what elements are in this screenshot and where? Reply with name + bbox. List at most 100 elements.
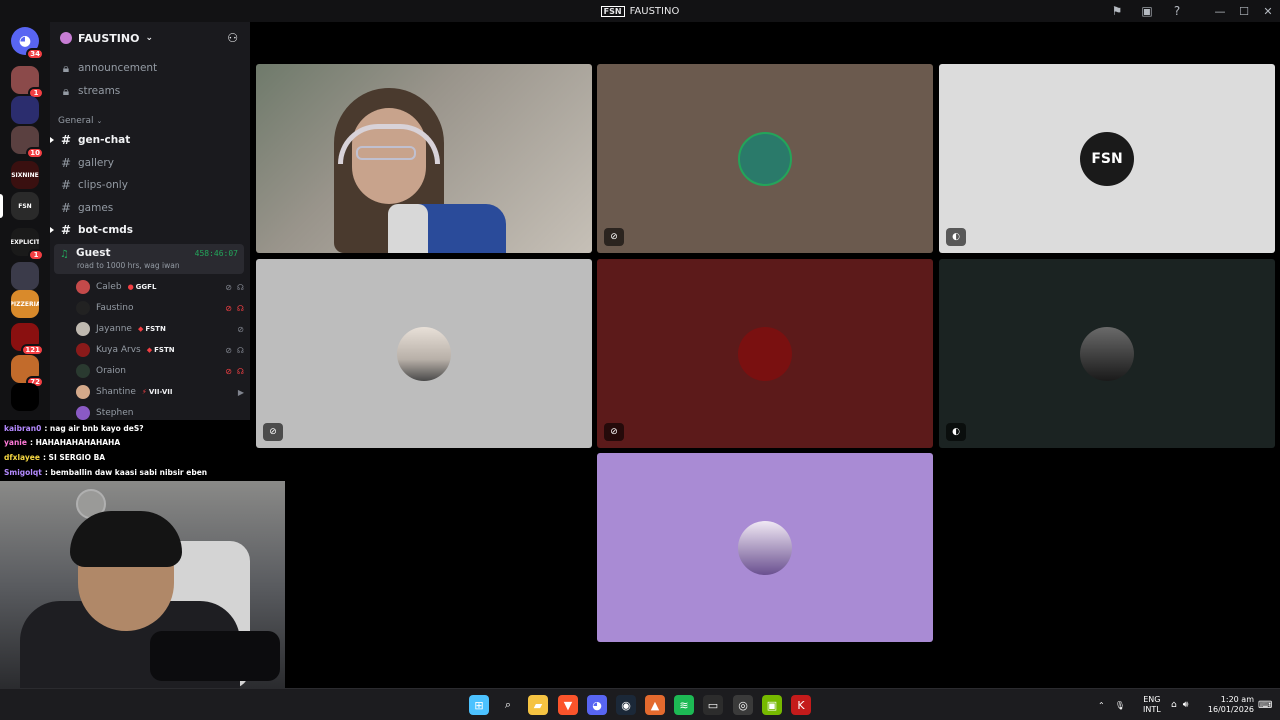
category-label: General: [58, 116, 94, 126]
fsn-logo-text: FSN: [1091, 150, 1123, 167]
channel-label: announcement: [78, 62, 158, 74]
guild-tag: ◆ FSTN: [138, 325, 166, 333]
channel-gallery[interactable]: # gallery: [54, 153, 244, 173]
streamer-webcam: [0, 481, 285, 689]
add-member-icon[interactable]: ⚇: [227, 31, 238, 45]
notification-icon[interactable]: ⌨: [1258, 689, 1272, 720]
server-icon-sixnine[interactable]: SIXNINE: [11, 161, 39, 189]
server-icon-fsn[interactable]: FSN: [11, 192, 39, 220]
category-general[interactable]: General ⌄: [58, 116, 102, 126]
member-status-icons: ⊘ ☊: [225, 346, 244, 355]
server-icon-server-9[interactable]: 121: [11, 323, 44, 356]
speaker-icon: ♫: [60, 249, 69, 260]
obs-icon[interactable]: ◎: [733, 695, 753, 715]
start-icon[interactable]: ⊞: [469, 695, 489, 715]
nvidia-icon[interactable]: ▣: [762, 695, 782, 715]
chat-message: Smigolqt: bemballin daw kaasi sabi nibsi…: [4, 468, 207, 477]
member-status-icons: ▶: [238, 388, 244, 397]
channel-label: clips-only: [78, 179, 128, 191]
volume-icon: 🔊︎: [1182, 700, 1189, 710]
file-explorer-icon[interactable]: ▰: [528, 695, 548, 715]
server-icon-server-10[interactable]: 72: [11, 355, 44, 388]
avatar: [76, 406, 90, 420]
member-name: Shantine: [96, 387, 136, 397]
member-name: Faustino: [96, 303, 134, 313]
tile-caleb[interactable]: ◐: [939, 259, 1275, 448]
server-icon-server-1[interactable]: 1: [11, 66, 44, 99]
server-icon-home[interactable]: ◕ 34: [11, 27, 44, 60]
flag-icon[interactable]: ⚑: [1102, 0, 1132, 22]
member-name: Oraion: [96, 366, 127, 376]
streamer-hair: [70, 511, 182, 567]
minimize-button[interactable]: —: [1208, 0, 1232, 22]
channel-games[interactable]: # games: [54, 198, 244, 218]
tile-faustino[interactable]: FSN ◐: [939, 64, 1275, 253]
mute-icon: ⊘: [225, 282, 232, 292]
streaming-icon: ◐: [946, 423, 966, 441]
hash-icon: #: [60, 156, 72, 170]
server-icon-server-3[interactable]: 10: [11, 126, 44, 159]
server-icon-server-11[interactable]: [11, 383, 39, 411]
server-icon-server-6[interactable]: EXPLICIT 1: [11, 228, 44, 261]
close-button[interactable]: ✕: [1256, 0, 1280, 22]
deafen-icon: ☊: [236, 303, 244, 313]
channel-gen-chat[interactable]: # gen-chat: [50, 130, 244, 150]
chevron-down-icon: ⌄: [96, 117, 103, 125]
voice-channel-guest[interactable]: ♫ Guest road to 1000 hrs, wag iwan 458:4…: [54, 244, 244, 274]
server-icon-pizzeria[interactable]: PIZZERIA: [11, 290, 39, 318]
discord-icon[interactable]: ◕: [587, 695, 607, 715]
tile-webcam-girl[interactable]: [256, 64, 592, 253]
channel-bot-cmds[interactable]: # bot-cmds: [50, 220, 244, 240]
clock[interactable]: 1:20 am 16/01/2026: [1208, 689, 1254, 720]
steam-icon[interactable]: ◉: [616, 695, 636, 715]
window-title: FSN FAUSTINO: [600, 5, 679, 17]
taskbar: ⊞ ⌕ ▰ ▼ ◕ ◉ ▲ ≋ ▭ ◎ ▣ K ⌃ 🎙︎ ENG INTL ⌂ 🔊︎ 1:20 am …: [0, 688, 1280, 720]
channel-label: streams: [78, 85, 121, 97]
voice-member[interactable]: Kuya Arvs ◆ FSTN ⊘ ☊: [76, 340, 244, 360]
brave-icon[interactable]: ▼: [558, 695, 578, 715]
channel-announcement[interactable]: 🔒︎ announcement: [54, 58, 244, 78]
channel-clips-only[interactable]: # clips-only: [54, 175, 244, 195]
avatar: [76, 385, 90, 399]
unread-indicator: [50, 227, 54, 233]
deafen-icon: ⊘: [604, 228, 624, 246]
voice-channel-timer: 458:46:07: [194, 249, 238, 258]
voice-member[interactable]: Caleb ● GGFL ⊘ ☊: [76, 277, 244, 297]
mention-badge: 10: [26, 147, 44, 159]
app-red-icon[interactable]: K: [791, 695, 811, 715]
help-icon[interactable]: ?: [1162, 0, 1192, 22]
server-icon-server-7[interactable]: [11, 262, 39, 290]
voice-member[interactable]: Faustino ⊘ ☊: [76, 298, 244, 318]
chat-text: : nag air bnb kayo deS?: [44, 424, 144, 433]
avatar: [76, 301, 90, 315]
server-icon-folder[interactable]: [11, 96, 39, 124]
spotify-icon[interactable]: ≋: [674, 695, 694, 715]
language-indicator[interactable]: ENG INTL: [1143, 689, 1161, 720]
server-rail: ◕ 34 1 10 SIXNINE FSN EXPLICIT 1 PIZZERIA 121 72: [0, 22, 50, 420]
guild-header[interactable]: FAUSTINO ⌄ ⚇: [50, 22, 250, 54]
tile-jayanne[interactable]: ⊘: [256, 259, 592, 448]
member-name: Stephen: [96, 408, 134, 418]
member-name: Caleb: [96, 282, 122, 292]
chevron-up-icon[interactable]: ⌃: [1098, 701, 1105, 710]
title-bar: FSN FAUSTINO ⚑ ▣ ? — ☐ ✕: [0, 0, 1280, 22]
tile-stephen[interactable]: [597, 453, 933, 642]
tile-kuya-arvs[interactable]: ⊘: [597, 259, 933, 448]
tile-oraion[interactable]: ⊘: [597, 64, 933, 253]
voice-member[interactable]: Jayanne ◆ FSTN ⊘: [76, 319, 244, 339]
hash-icon: #: [60, 133, 72, 147]
language-layout: INTL: [1143, 705, 1161, 714]
voice-member[interactable]: Oraion ⊘ ☊: [76, 361, 244, 381]
avatar: [76, 322, 90, 336]
search-icon[interactable]: ⌕: [498, 695, 518, 715]
microphone-icon[interactable]: 🎙︎: [1115, 701, 1125, 710]
member-status-icons: ⊘ ☊: [225, 304, 244, 313]
terminal-icon[interactable]: ▭: [703, 695, 723, 715]
deafen-icon: ☊: [236, 282, 244, 292]
app-orange-icon[interactable]: ▲: [645, 695, 665, 715]
tray-status-icons[interactable]: ⌂ 🔊︎: [1171, 689, 1188, 720]
voice-member[interactable]: Shantine ⚡ VII-VII ▶: [76, 382, 244, 402]
channel-streams[interactable]: 🔒︎ streams: [54, 81, 244, 101]
inbox-icon[interactable]: ▣: [1132, 0, 1162, 22]
maximize-button[interactable]: ☐: [1232, 0, 1256, 22]
